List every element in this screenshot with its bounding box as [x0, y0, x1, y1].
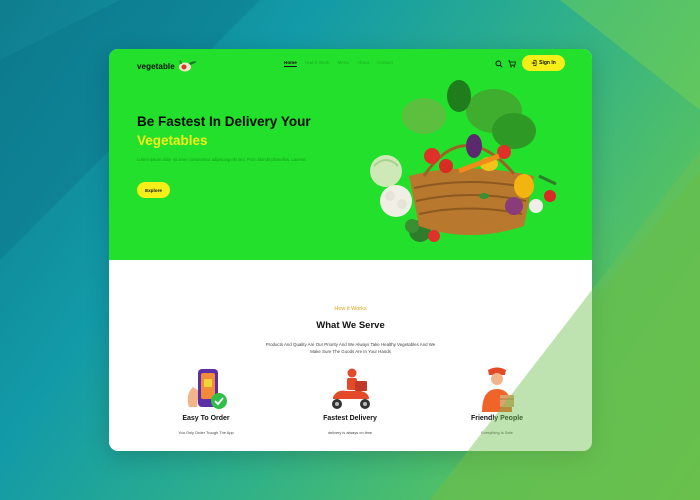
- delivery-scooter-icon: [332, 368, 370, 409]
- nav-item-home[interactable]: Home: [284, 60, 297, 67]
- feature-title: Easy To Order: [182, 415, 230, 422]
- section-title: What We Serve: [316, 320, 385, 331]
- section-subtitle: Products And Quality Are Our Priority An…: [265, 342, 436, 354]
- hero-title: Be Fastest In Delivery Your Vegetables: [137, 112, 311, 150]
- delivery-person-icon: [482, 367, 514, 412]
- cart-icon: [507, 59, 516, 68]
- feature-title: Friendly People: [470, 415, 524, 422]
- hero-title-line1: Be Fastest In Delivery Your: [137, 114, 311, 129]
- sign-in-label: Sign In: [539, 60, 556, 66]
- feature-description: delivery is always on time: [327, 430, 373, 435]
- nav-item-how-it-work[interactable]: How it Work: [305, 60, 330, 67]
- vegetable-basket-image: [370, 80, 557, 242]
- cart-button[interactable]: [507, 59, 516, 68]
- explore-button[interactable]: Explore: [137, 182, 170, 198]
- phone-order-icon: [187, 369, 227, 409]
- search-icon: [494, 59, 503, 68]
- hero-description: Lorem ipsum dolor sit amet consectetur a…: [137, 157, 307, 162]
- feature-description: You Only Order Trough The App: [178, 430, 234, 435]
- feature-description: Everything Is Safe: [481, 430, 513, 435]
- search-button[interactable]: [494, 59, 503, 68]
- brand-logo[interactable]: vegetable: [137, 59, 198, 73]
- nav-item-about[interactable]: About: [357, 60, 369, 67]
- vegetable-logo-icon: [178, 60, 197, 72]
- landing-page-card: vegetable Home How it Work Menu About Co…: [109, 49, 592, 451]
- section-eyebrow: How it Works: [334, 306, 367, 312]
- sign-in-icon: [531, 60, 537, 66]
- feature-title: Fastest Delivery: [323, 415, 377, 422]
- nav-item-menu[interactable]: Menu: [337, 60, 349, 67]
- sign-in-button[interactable]: Sign In: [522, 55, 565, 71]
- logo-text: vegetable: [137, 61, 175, 71]
- main-nav: Home How it Work Menu About Contact: [284, 60, 393, 67]
- hero-title-line2: Vegetables: [137, 133, 208, 148]
- nav-item-contact[interactable]: Contact: [377, 60, 393, 67]
- hero-section: vegetable Home How it Work Menu About Co…: [109, 49, 592, 260]
